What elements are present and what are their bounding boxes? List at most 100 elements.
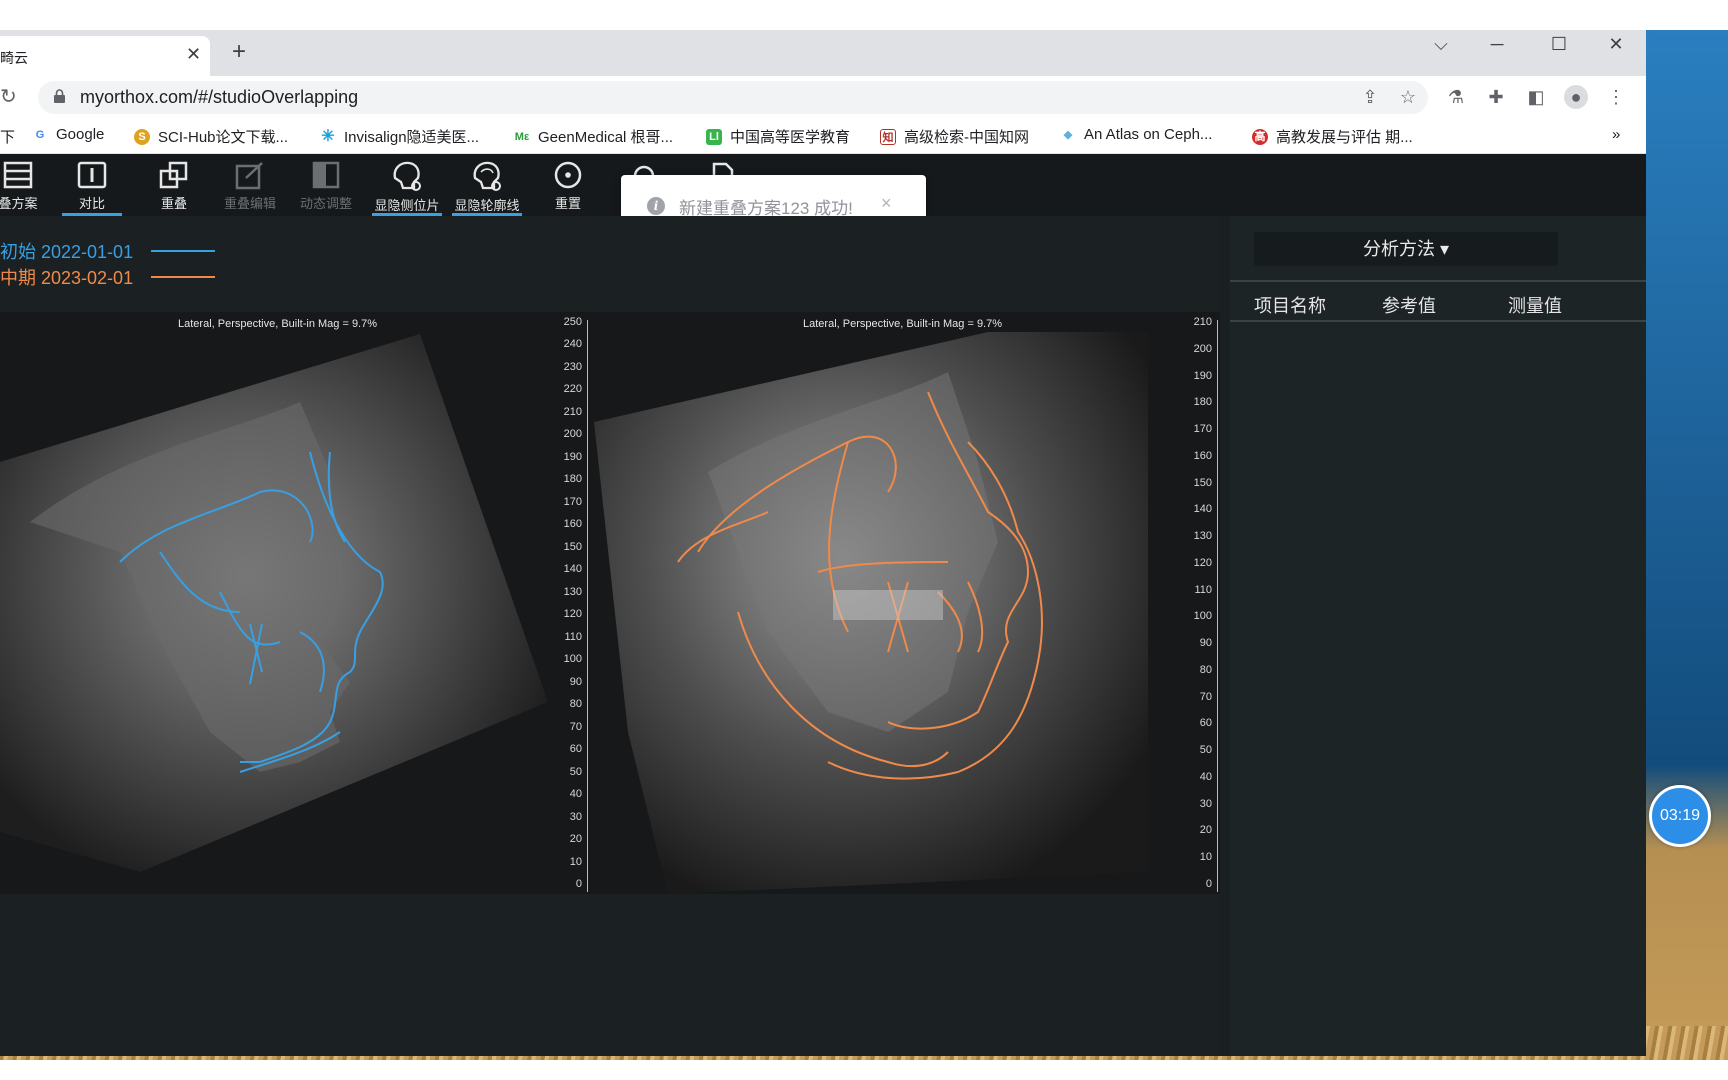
- ruler-tick: 60: [1199, 717, 1212, 730]
- xray-caption: Lateral, Perspective, Built-in Mag = 9.7…: [803, 318, 1003, 330]
- desktop-strip: [0, 1060, 1728, 1080]
- tool-dynamic-adjust[interactable]: 动态调整: [290, 160, 362, 216]
- ruler-tick: 110: [564, 630, 582, 643]
- bookmark-medical-edu[interactable]: Ll 中国高等医学教育: [706, 126, 850, 147]
- list-icon: [3, 161, 33, 189]
- share-icon[interactable]: ⇪: [1358, 85, 1382, 109]
- cnki-icon: 知: [880, 128, 896, 145]
- toast-close-icon[interactable]: ×: [881, 193, 892, 214]
- menu-kebab-icon[interactable]: ⋮: [1604, 85, 1628, 109]
- tool-overlay-plans[interactable]: 叠方案: [0, 160, 54, 216]
- toggle-outline-icon: [473, 161, 501, 191]
- ruler-tick: 100: [563, 653, 582, 666]
- window-close-icon[interactable]: ✕: [1601, 34, 1631, 55]
- tool-label: 显隐侧位片: [374, 198, 440, 213]
- legend-label: 中期 2023-02-01: [0, 268, 134, 288]
- ruler-tick: 240: [563, 338, 582, 351]
- tool-toggle-outline[interactable]: 显隐轮廓线: [446, 160, 528, 216]
- ruler-tick: 250: [563, 316, 582, 328]
- adjust-icon: [312, 161, 340, 189]
- browser-tab[interactable]: 畸云 ✕: [0, 36, 210, 76]
- tool-overlap[interactable]: 重叠: [138, 160, 210, 216]
- ceph-image-midterm: [594, 332, 1148, 894]
- ruler-tick: 110: [1194, 583, 1212, 596]
- column-reference-value[interactable]: 参考值: [1382, 292, 1436, 318]
- tool-reset[interactable]: 重置: [532, 160, 604, 216]
- recording-timer[interactable]: 03:19: [1649, 785, 1711, 847]
- ruler-tick: 70: [1199, 690, 1212, 703]
- overlap-icon: [159, 161, 188, 189]
- ruler-tick: 170: [563, 495, 582, 508]
- geenmedical-icon: Mε: [514, 128, 530, 145]
- new-tab-icon[interactable]: +: [232, 38, 246, 66]
- ruler-tick: 120: [563, 608, 582, 621]
- bookmark-label: Invisalign隐适美医...: [344, 129, 480, 146]
- minimize-icon[interactable]: ─: [1482, 34, 1512, 55]
- tool-label: 对比: [78, 196, 105, 211]
- atlas-icon: ◆: [1060, 126, 1076, 143]
- google-icon: G: [32, 126, 48, 143]
- scihub-icon: S: [134, 128, 150, 145]
- tool-toggle-xray[interactable]: 显隐侧位片: [366, 160, 448, 216]
- legend-swatch: [151, 250, 216, 252]
- bookmark-journal[interactable]: 高 高教发展与评估 期...: [1252, 126, 1413, 147]
- bookmark-label: 高级检索-中国知网: [904, 129, 1029, 146]
- browser-toolbar: ↻ myorthox.com/#/studioOverlapping ⇪ ☆ ⚗…: [0, 76, 1646, 118]
- legend-initial: 初始 2022-01-01: [0, 238, 216, 264]
- ceph-image-initial: [0, 334, 548, 872]
- bookmark-star-icon[interactable]: ☆: [1396, 85, 1420, 109]
- ruler-tick: 140: [1193, 503, 1212, 516]
- ruler-tick: 30: [1199, 797, 1212, 810]
- tab-close-icon[interactable]: ✕: [186, 44, 201, 65]
- ruler-tick: 200: [1193, 342, 1212, 355]
- ruler-tick: 80: [569, 698, 582, 711]
- extensions-puzzle-icon[interactable]: ✚: [1484, 85, 1508, 109]
- ruler-tick: 180: [563, 473, 582, 486]
- maximize-icon[interactable]: ☐: [1544, 34, 1574, 55]
- profile-avatar-icon[interactable]: ●: [1564, 85, 1588, 109]
- ruler-tick: 20: [569, 833, 582, 846]
- ruler-tick: 100: [1193, 610, 1212, 623]
- reload-icon[interactable]: ↻: [0, 84, 17, 109]
- bookmark-scihub[interactable]: S SCI-Hub论文下载...: [134, 126, 288, 147]
- info-icon: i: [647, 197, 665, 215]
- bookmark-geenmedical[interactable]: Mε GeenMedical 根哥...: [514, 126, 673, 147]
- bookmark-invisalign[interactable]: ✳ Invisalign隐适美医...: [320, 126, 479, 147]
- bookmark-cnki[interactable]: 知 高级检索-中国知网: [880, 126, 1029, 147]
- ruler-tick: 20: [1199, 824, 1212, 837]
- address-bar[interactable]: myorthox.com/#/studioOverlapping ⇪ ☆: [38, 81, 1428, 114]
- bookmark-label: 中国高等医学教育: [730, 129, 851, 146]
- tab-strip: 畸云 ✕ + ⌵ ─ ☐ ✕: [0, 30, 1646, 76]
- ruler-tick: 40: [1199, 770, 1212, 783]
- tool-overlap-edit[interactable]: 重叠编辑: [214, 160, 286, 216]
- bookmark-google[interactable]: G Google: [32, 126, 104, 143]
- tool-label: 叠方案: [0, 196, 38, 211]
- ruler-left: 250 240 230 220 210 200 190 180 170 160 150 140 130 1…: [548, 312, 588, 894]
- more-bookmarks-icon[interactable]: »: [1612, 126, 1620, 143]
- tool-compare[interactable]: 对比: [56, 160, 128, 216]
- ruler-tick: 80: [1199, 663, 1212, 676]
- legend-midterm: 中期 2023-02-01: [0, 264, 216, 290]
- ruler-tick: 230: [563, 360, 582, 373]
- measurement-table-header: 项目名称 参考值 测量值: [1230, 280, 1646, 322]
- column-measured-value[interactable]: 测量值: [1508, 292, 1562, 318]
- bookmark-truncated[interactable]: 下: [0, 126, 15, 147]
- xray-midterm[interactable]: Lateral, Perspective, Built-in Mag = 9.7…: [588, 312, 1220, 894]
- ruler-tick: 190: [563, 450, 582, 463]
- ruler-tick: 150: [1193, 476, 1212, 489]
- ruler-tick: 0: [575, 878, 582, 890]
- column-item-name[interactable]: 项目名称: [1254, 292, 1326, 318]
- bookmark-atlas[interactable]: ◆ An Atlas on Ceph...: [1060, 126, 1212, 143]
- xray-initial[interactable]: Lateral, Perspective, Built-in Mag = 9.7…: [0, 312, 588, 894]
- ruler-tick: 50: [1199, 744, 1212, 757]
- legend-label: 初始 2022-01-01: [0, 242, 134, 262]
- ruler-tick: 190: [1193, 369, 1212, 382]
- side-panel-icon[interactable]: ◧: [1524, 85, 1548, 109]
- tab-search-icon[interactable]: ⌵: [1426, 34, 1456, 55]
- medical-edu-icon: Ll: [706, 128, 722, 145]
- lock-icon: [54, 89, 65, 103]
- ruler-right: 210 200 190 180 170 160 150 140 130 120 110 100 90 80…: [1178, 312, 1218, 894]
- extension-flask-icon[interactable]: ⚗: [1444, 85, 1468, 109]
- bookmark-label: Google: [56, 126, 105, 143]
- analysis-method-dropdown[interactable]: 分析方法 ▾: [1254, 232, 1558, 266]
